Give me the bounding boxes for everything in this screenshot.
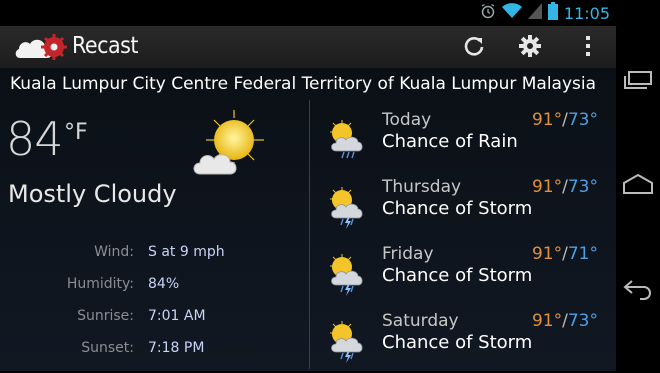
home-icon <box>622 173 654 198</box>
refresh-button[interactable] <box>460 34 488 62</box>
forecast-temps: 91°/73° <box>531 177 598 197</box>
forecast-temps: 91°/73° <box>531 110 598 130</box>
forecast-day: Saturday <box>382 311 459 331</box>
forecast-item-saturday[interactable]: Saturday Chance of Storm 91°/73° <box>320 311 610 373</box>
settings-button[interactable] <box>516 34 544 62</box>
status-time: 11:05 <box>563 3 610 23</box>
forecast-condition: Chance of Storm <box>382 332 533 353</box>
storm-icon <box>326 185 370 229</box>
forecast-day: Friday <box>382 244 434 264</box>
stat-row-wind: Wind: S at 9 mph <box>0 244 305 266</box>
stat-value: 84% <box>148 276 180 292</box>
status-bar: 11:05 <box>0 0 616 26</box>
forecast-temps: 91°/73° <box>531 311 598 331</box>
stat-row-sunrise: Sunrise: 7:01 AM <box>0 308 305 330</box>
signal-icon <box>527 3 542 23</box>
alarm-icon <box>480 3 496 23</box>
stat-label: Sunset: <box>81 340 134 356</box>
action-bar: Recast <box>0 26 616 69</box>
forecast-high: 91° <box>531 311 563 331</box>
back-button[interactable] <box>622 280 654 304</box>
rain-icon <box>326 118 370 162</box>
stat-label: Humidity: <box>66 276 134 292</box>
gear-icon <box>519 35 541 61</box>
current-condition: Mostly Cloudy <box>8 180 177 208</box>
stat-value: S at 9 mph <box>148 244 225 260</box>
forecast-day: Today <box>382 110 432 130</box>
stat-row-sunset: Sunset: 7:18 PM <box>0 340 305 362</box>
forecast-item-today[interactable]: Today Chance of Rain 91°/73° <box>320 110 610 172</box>
temperature-unit: °F <box>64 120 88 145</box>
location-label[interactable]: Kuala Lumpur City Centre Federal Territo… <box>10 74 596 94</box>
forecast-high: 91° <box>531 244 563 264</box>
forecast-item-friday[interactable]: Friday Chance of Storm 91°/71° <box>320 244 610 306</box>
recent-apps-button[interactable] <box>622 70 654 94</box>
forecast-low: 71° <box>567 244 598 264</box>
forecast-low: 73° <box>567 110 598 130</box>
storm-icon <box>326 319 370 363</box>
forecast-day: Thursday <box>382 177 462 197</box>
app-title: Recast <box>72 33 139 59</box>
recent-apps-icon <box>623 71 653 93</box>
overflow-menu-icon <box>585 35 591 61</box>
navigation-bar <box>616 0 660 371</box>
app-logo-icon[interactable] <box>14 32 70 62</box>
forecast-condition: Chance of Rain <box>382 131 518 152</box>
forecast-high: 91° <box>531 110 563 130</box>
stat-label: Sunrise: <box>77 308 134 324</box>
forecast-condition: Chance of Storm <box>382 198 533 219</box>
home-button[interactable] <box>622 173 654 198</box>
wifi-icon <box>501 3 522 23</box>
storm-icon <box>326 252 370 296</box>
current-temperature: 84 <box>6 112 64 166</box>
overflow-menu-button[interactable] <box>574 34 602 62</box>
forecast-temps: 91°/71° <box>531 244 598 264</box>
status-icons: 11:05 <box>480 2 610 24</box>
weather-content: Kuala Lumpur City Centre Federal Territo… <box>0 68 616 371</box>
stat-label: Wind: <box>94 244 134 260</box>
forecast-low: 73° <box>567 311 598 331</box>
column-divider <box>309 100 310 369</box>
stat-value: 7:18 PM <box>148 340 205 356</box>
partly-cloudy-icon <box>192 108 272 180</box>
forecast-low: 73° <box>567 177 598 197</box>
back-icon <box>622 279 654 305</box>
forecast-condition: Chance of Storm <box>382 265 533 286</box>
forecast-item-thursday[interactable]: Thursday Chance of Storm 91°/73° <box>320 177 610 239</box>
stat-row-humidity: Humidity: 84% <box>0 276 305 298</box>
stat-value: 7:01 AM <box>148 308 206 324</box>
forecast-high: 91° <box>531 177 563 197</box>
battery-icon <box>547 2 558 24</box>
refresh-icon <box>463 35 485 61</box>
